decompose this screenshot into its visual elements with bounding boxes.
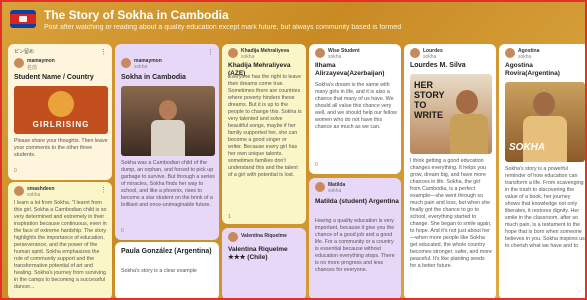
padlet-board: The Story of Sokha in Cambodia Post afte… <box>0 0 587 300</box>
post-meta: sokha <box>241 54 255 60</box>
comment-count: 0 <box>315 162 318 168</box>
post-meta: sokha <box>134 64 148 70</box>
post-meta: sokha <box>328 54 342 60</box>
post-text: Having a quality education is very impor… <box>315 218 395 273</box>
post-meta: sokha <box>518 54 532 60</box>
more-options-icon[interactable]: ⋮ <box>100 186 107 194</box>
board-subtitle: Post after watching or reading about a q… <box>44 24 402 31</box>
post-card-pinned[interactable]: ピン留め mamaymon 名前 ⋮ Student Name / Countr… <box>8 44 112 180</box>
post-card[interactable]: Lourdes sokha Lourdes M. Silva HER STORY… <box>404 44 496 298</box>
avatar <box>14 58 24 68</box>
avatar <box>14 186 24 196</box>
post-card[interactable]: mamaymon sokha ⋮ Sokha in Cambodia Sokha… <box>115 44 219 240</box>
post-heading: Student Name / Country <box>14 74 94 81</box>
post-heading: Ilhama Alirzayeva(Azerbaijan) <box>315 62 385 77</box>
post-card[interactable]: smashdeen sokha ⋮ I learn a lot from Sok… <box>8 182 112 298</box>
post-heading: Agostina Rovira(Argentina) <box>505 62 560 77</box>
girlrising-logo-text: GIRLRISING <box>32 120 90 129</box>
avatar <box>121 58 131 68</box>
avatar <box>505 48 515 58</box>
post-text: Sokha was a Cambodian child of the dump,… <box>121 160 215 208</box>
like-count: 1 <box>228 214 231 220</box>
girlrising-image: GIRLRISING <box>14 86 108 134</box>
post-text: I think getting a good education changes… <box>410 158 492 269</box>
more-options-icon[interactable]: ⋮ <box>207 48 214 56</box>
pinned-label: ピン留め <box>14 49 35 55</box>
comment-count: 0 <box>121 228 124 234</box>
post-text: Everyone has the right to leave their dr… <box>228 74 302 178</box>
her-story-poster: HER STORY TO WRITE <box>410 74 492 154</box>
avatar <box>315 48 325 58</box>
sokha-photo <box>121 86 215 156</box>
post-text: Sokha's dream is the same with many girl… <box>315 82 397 130</box>
post-heading: Paula González (Argentina) <box>121 248 212 255</box>
board-header: The Story of Sokha in Cambodia Post afte… <box>2 2 585 42</box>
post-text: I learn a lot from Sokha. "I learnt from… <box>14 200 107 290</box>
avatar <box>228 48 238 58</box>
more-options-icon[interactable]: ⋮ <box>100 48 107 56</box>
post-heading: Valentina Riquelme ★★★ (Chile) <box>228 246 288 261</box>
post-meta: sokha <box>328 188 342 194</box>
post-card[interactable]: Agostina sokha Agostina Rovira(Argentina… <box>499 44 585 298</box>
post-heading: Sokha in Cambodia <box>121 74 186 81</box>
sokha-poster: SOKHA <box>505 82 585 162</box>
post-card[interactable]: Matilda sokha Matilda (student) Argentin… <box>309 178 401 298</box>
avatar <box>410 48 420 58</box>
poster-text: SOKHA <box>509 142 546 153</box>
post-text: Please share your thoughts. Then leave y… <box>14 138 108 158</box>
post-author: Valentina Riquelme <box>241 233 287 239</box>
post-heading: Matilda (student) Argentina <box>315 198 399 205</box>
poster-text: HER STORY TO WRITE <box>414 80 445 120</box>
post-meta: sokha <box>423 54 437 60</box>
post-card[interactable]: Valentina Riquelme Valentina Riquelme ★★… <box>222 228 306 298</box>
post-text: Sokha's story is a powerful reminder of … <box>505 166 585 249</box>
post-meta: sokha <box>27 192 41 198</box>
cambodia-flag-icon <box>10 10 36 28</box>
post-heading: Lourdes M. Silva <box>410 62 466 69</box>
post-text: Sokha's story is a clear example <box>121 268 197 274</box>
board-title: The Story of Sokha in Cambodia <box>44 8 229 22</box>
post-card[interactable]: Khadija Mehraliyeva sokha Khadija Mehral… <box>222 44 306 224</box>
post-card[interactable]: Paula González (Argentina) Sokha's story… <box>115 242 219 298</box>
avatar <box>315 182 325 192</box>
post-card[interactable]: Wise Student sokha Ilhama Alirzayeva(Aze… <box>309 44 401 174</box>
comment-count: 0 <box>14 168 17 174</box>
avatar <box>228 232 238 242</box>
post-meta: 名前 <box>27 65 38 71</box>
